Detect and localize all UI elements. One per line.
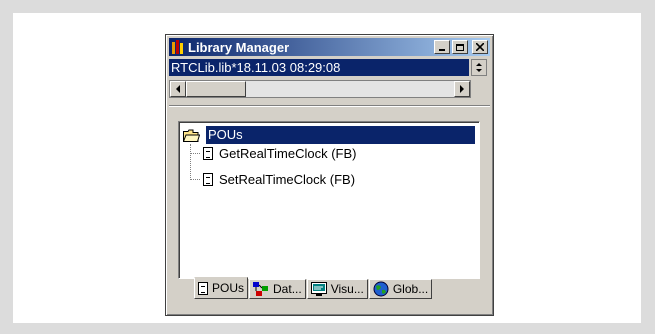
datatype-icon <box>253 282 269 296</box>
maximize-icon <box>456 43 464 51</box>
close-icon <box>476 43 484 51</box>
horizontal-scrollbar[interactable] <box>169 80 471 98</box>
tree-connector <box>190 144 191 180</box>
tree-connector <box>190 153 200 154</box>
tree-root-label: POUs <box>206 126 475 144</box>
window-title: Library Manager <box>188 39 290 55</box>
scroll-right-button[interactable] <box>454 81 470 97</box>
tab-pous[interactable]: POUs <box>194 277 249 299</box>
document-icon <box>203 146 213 160</box>
library-list-item[interactable]: RTCLib.lib*18.11.03 08:29:08 <box>169 59 469 76</box>
tree-node-pous[interactable]: POUs <box>182 126 475 144</box>
open-folder-icon <box>182 129 201 142</box>
tab-datatypes[interactable]: Dat... <box>249 279 306 299</box>
tree-item[interactable]: GetRealTimeClock (FB) <box>203 144 356 162</box>
globe-icon <box>373 281 389 297</box>
close-button[interactable] <box>472 40 488 54</box>
tab-strip: POUs Dat... Visu... Glob... <box>194 277 433 301</box>
tree-connector <box>190 179 200 180</box>
tree-item-label: GetRealTimeClock (FB) <box>219 145 357 161</box>
scroll-left-button[interactable] <box>170 81 186 97</box>
pou-tree-view[interactable]: POUs GetRealTimeClock (FB) SetRealTimeCl… <box>178 121 480 279</box>
library-vertical-scrollbar[interactable] <box>471 59 487 76</box>
minimize-icon <box>439 49 445 51</box>
library-manager-window: Library Manager RTCLib.lib*18.11.03 08:2… <box>165 34 494 316</box>
minimize-button[interactable] <box>434 40 450 54</box>
divider <box>169 105 490 107</box>
scroll-thumb[interactable] <box>186 81 246 97</box>
tab-label: Visu... <box>330 282 364 296</box>
scroll-corner <box>471 80 487 98</box>
arrow-left-icon <box>176 85 180 93</box>
tree-item[interactable]: SetRealTimeClock (FB) <box>203 170 355 188</box>
tab-label: Dat... <box>273 282 302 296</box>
visualization-icon <box>310 282 327 296</box>
arrow-right-icon <box>460 85 464 93</box>
tab-globals[interactable]: Glob... <box>368 279 433 299</box>
document-icon <box>203 172 213 186</box>
books-icon <box>172 40 184 54</box>
document-icon <box>198 281 208 295</box>
tree-item-label: SetRealTimeClock (FB) <box>219 171 356 187</box>
spin-arrows-icon <box>476 63 482 72</box>
maximize-button[interactable] <box>452 40 468 54</box>
tab-label: POUs <box>212 281 245 295</box>
tab-visualizations[interactable]: Visu... <box>306 279 368 299</box>
title-bar[interactable]: Library Manager <box>169 38 490 56</box>
tab-label: Glob... <box>392 282 429 296</box>
